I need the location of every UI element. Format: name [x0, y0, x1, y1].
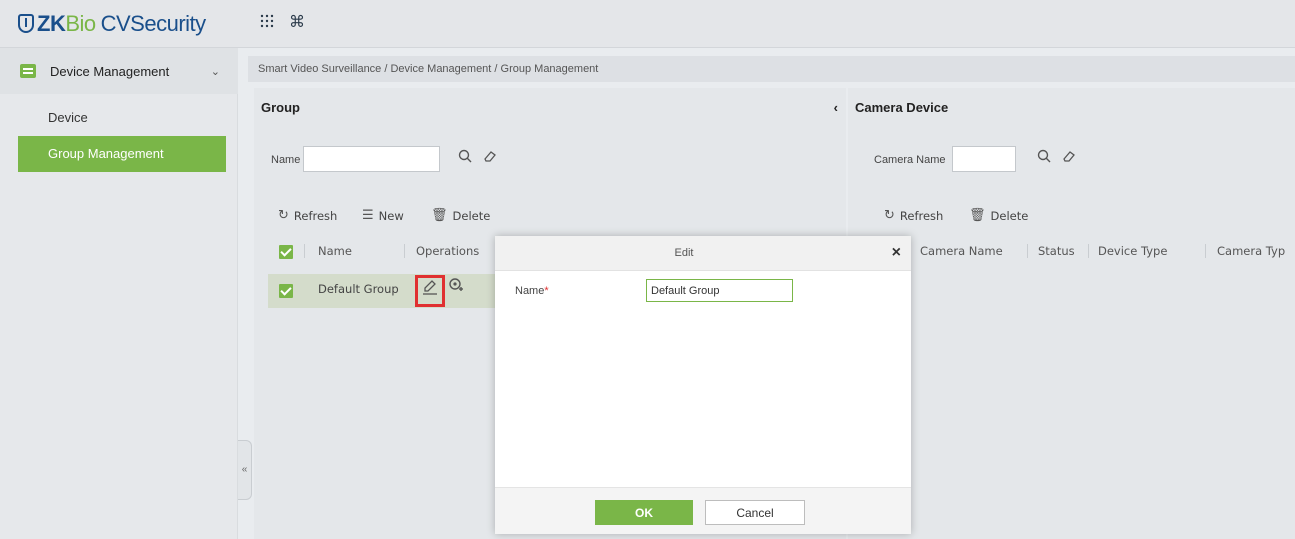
group-name-cell: Default Group: [318, 282, 399, 296]
camera-name-search-input[interactable]: [952, 146, 1016, 172]
shield-icon: [18, 13, 34, 33]
breadcrumb: Smart Video Surveillance / Device Manage…: [248, 56, 1295, 82]
camera-panel-title: Camera Device: [855, 100, 949, 115]
group-search-label: Name: [271, 154, 301, 166]
column-header-status[interactable]: Status: [1038, 244, 1075, 258]
new-list-icon: ☰: [362, 208, 374, 223]
column-divider: [1088, 244, 1089, 258]
column-header-operations[interactable]: Operations: [416, 244, 479, 258]
camera-delete-button[interactable]: 🗑 Delete: [969, 208, 1028, 223]
column-header-camera-name[interactable]: Camera Name: [920, 244, 1003, 258]
row-checkbox[interactable]: [279, 284, 293, 298]
column-divider: [304, 244, 305, 258]
app-logo[interactable]: ZK Bio CVSecurity: [18, 9, 206, 39]
sidebar-section-device-management[interactable]: Device Management ⌄: [0, 48, 238, 94]
add-camera-icon[interactable]: [448, 277, 464, 296]
required-asterisk: *: [544, 285, 549, 297]
group-delete-button[interactable]: 🗑 Delete: [431, 208, 490, 223]
clear-eraser-icon[interactable]: [480, 149, 500, 169]
group-new-button[interactable]: ☰ New: [362, 208, 404, 223]
name-field-label: Name*: [515, 285, 549, 297]
dialog-header: Edit ×: [495, 236, 911, 271]
group-name-input[interactable]: [646, 279, 793, 302]
logo-bio-text: Bio: [65, 11, 96, 36]
trash-icon: 🗑: [431, 208, 448, 223]
dialog-footer: OK Cancel: [495, 487, 911, 534]
sidebar: Device Management ⌄ Device Group Managem…: [0, 48, 238, 539]
group-refresh-button[interactable]: ↻ Refresh: [278, 208, 337, 223]
chevron-down-icon: ⌄: [210, 66, 220, 78]
panel-collapse-icon[interactable]: ‹: [834, 100, 838, 115]
close-icon[interactable]: ×: [892, 244, 901, 262]
refresh-label: Refresh: [899, 208, 944, 223]
name-label-text: Name: [515, 285, 545, 297]
refresh-icon: ↻: [278, 208, 289, 223]
camera-refresh-button[interactable]: ↻ Refresh: [884, 208, 943, 223]
delete-label: Delete: [990, 208, 1029, 223]
sidebar-section-label: Device Management: [50, 63, 170, 79]
sidebar-collapse-handle[interactable]: «: [238, 440, 252, 500]
sidebar-item-device[interactable]: Device: [18, 100, 226, 136]
top-bar: ZK Bio CVSecurity ⌘: [0, 0, 1295, 48]
camera-search-label: Camera Name: [874, 154, 946, 166]
delete-label: Delete: [452, 208, 491, 223]
clear-eraser-icon[interactable]: [1059, 149, 1079, 169]
cancel-button[interactable]: Cancel: [705, 500, 805, 525]
refresh-icon: ↻: [884, 208, 895, 223]
dialog-title: Edit: [674, 247, 694, 259]
column-header-device-type[interactable]: Device Type: [1098, 244, 1167, 258]
ok-button[interactable]: OK: [595, 500, 693, 525]
column-divider: [1027, 244, 1028, 258]
select-all-checkbox[interactable]: [279, 245, 293, 259]
edit-icon-highlight: [415, 275, 445, 307]
group-panel-title: Group: [261, 100, 300, 115]
logo-zk-text: ZK: [37, 11, 66, 36]
search-icon[interactable]: [455, 149, 475, 169]
group-name-search-input[interactable]: [303, 146, 440, 172]
column-header-camera-type[interactable]: Camera Typ: [1217, 244, 1285, 258]
trash-icon: 🗑: [969, 208, 986, 223]
grid-icon[interactable]: [258, 14, 276, 32]
camera-device-panel: Camera Device Camera Name ↻ Refresh 🗑 De…: [848, 88, 1295, 539]
sidebar-item-group-management[interactable]: Group Management: [18, 136, 226, 172]
logo-product-text: CVSecurity: [100, 11, 207, 36]
column-header-name[interactable]: Name: [318, 244, 352, 258]
search-icon[interactable]: [1034, 149, 1054, 169]
edit-group-dialog: Edit × Name* OK Cancel: [495, 236, 911, 534]
command-icon[interactable]: ⌘: [288, 14, 306, 32]
column-divider: [404, 244, 405, 258]
column-divider: [1205, 244, 1206, 258]
refresh-label: Refresh: [293, 208, 338, 223]
device-management-icon: [20, 64, 36, 78]
new-label: New: [378, 208, 404, 223]
